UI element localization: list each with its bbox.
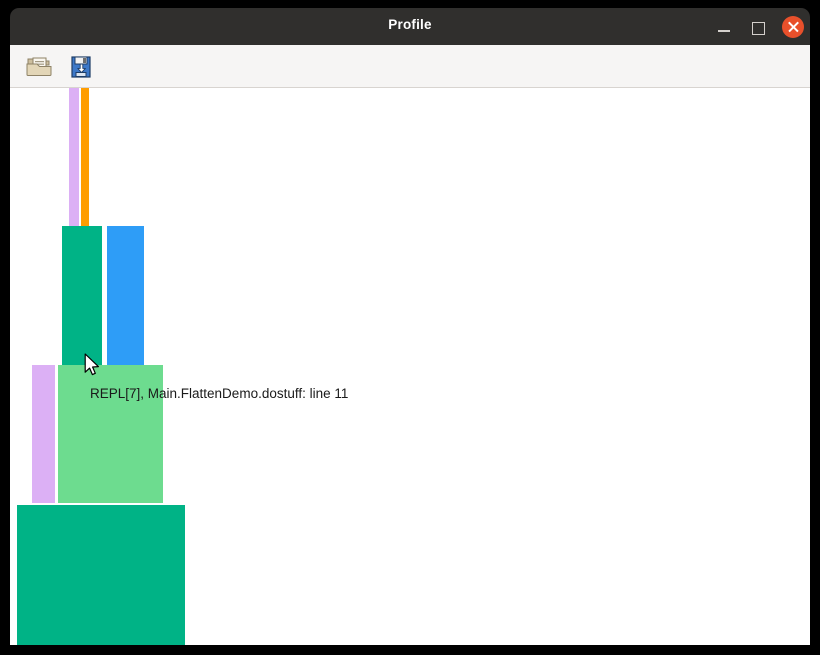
flame-frame-row2-blue-frame[interactable] [107,226,144,365]
save-disk-icon [71,56,91,78]
window-title: Profile [388,17,432,32]
flame-frame-row2-teal-frame[interactable] [62,226,102,365]
flamegraph-canvas[interactable]: REPL[7], Main.FlattenDemo.dostuff: line … [10,88,810,645]
frame-tooltip-label: REPL[7], Main.FlattenDemo.dostuff: line … [90,386,349,401]
close-button[interactable] [782,16,804,38]
flame-frame-row1-purple-frame[interactable] [32,365,55,503]
maximize-button[interactable] [748,17,768,37]
flame-frame-row3-purple-frame[interactable] [69,88,79,226]
flame-frame-row3-orange-frame[interactable] [81,88,89,226]
toolbar [10,45,810,88]
minimize-button[interactable] [714,17,734,37]
flame-frame-root-frame[interactable] [17,505,185,645]
open-file-button[interactable] [24,52,54,82]
open-folder-icon [26,57,52,76]
profile-window: Profile REPL[7], Main.FlattenDemo.dostuf… [0,0,820,655]
titlebar: Profile [10,8,810,45]
save-file-button[interactable] [66,52,96,82]
